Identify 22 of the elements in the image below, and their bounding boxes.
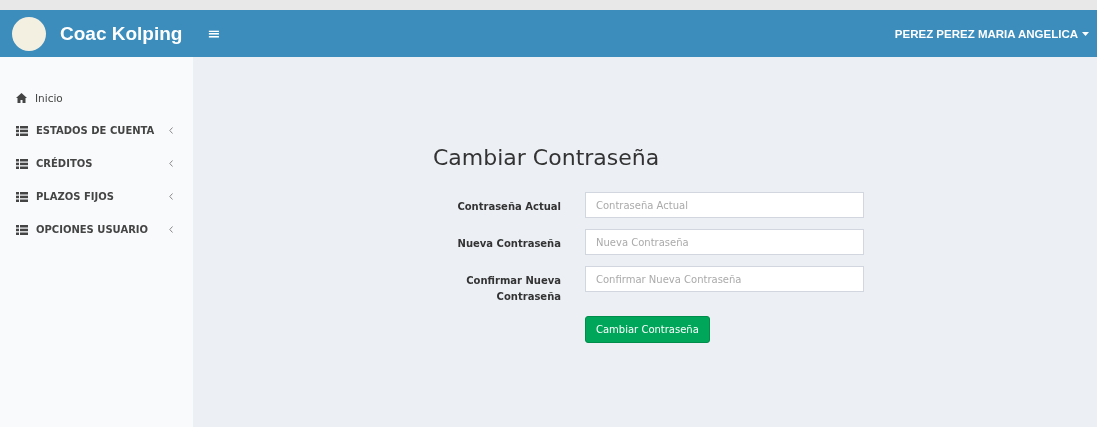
sidebar-item[interactable]: Inicio [0,81,193,114]
list-icon [16,224,28,235]
field-label: Contraseña Actual [456,200,561,214]
sidebar-item[interactable]: OPCIONES USUARIO [0,213,193,246]
list-icon [16,125,28,136]
sidebar-item[interactable]: PLAZOS FIJOS [0,180,193,213]
page-title: Cambiar Contraseña [433,145,661,170]
home-icon [16,92,27,103]
sidebar-item[interactable]: ESTADOS DE CUENTA [0,114,193,147]
menu-toggle[interactable]: ≡ [207,24,895,43]
logo-icon [12,16,46,51]
caret-icon [1082,31,1089,36]
field-label: Nueva Contraseña [456,237,561,251]
password-field[interactable]: Nueva Contraseña [585,229,864,255]
user-menu[interactable]: PEREZ PEREZ MARIA ANGELICA [894,27,1089,40]
password-field[interactable]: Contraseña Actual [585,192,864,218]
list-icon [16,191,28,202]
list-icon [16,158,28,169]
brand-name[interactable]: Coac Kolping [60,22,183,45]
password-field[interactable]: Confirmar Nueva Contraseña [585,266,864,292]
sidebar-item[interactable]: CRÉDITOS [0,147,193,180]
field-label: Confirmar Nueva Contraseña [465,274,561,304]
